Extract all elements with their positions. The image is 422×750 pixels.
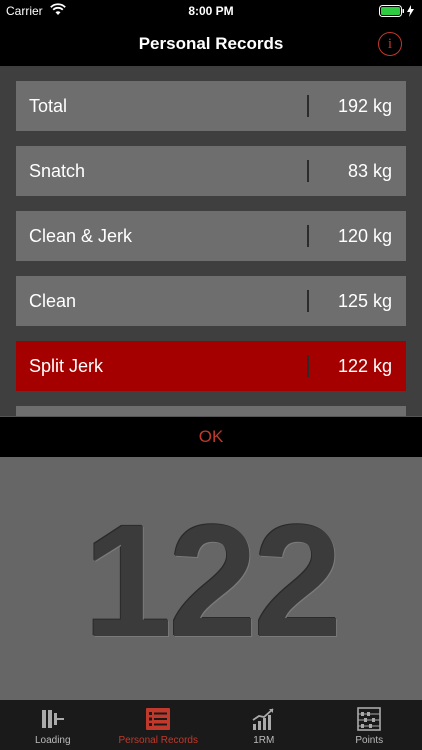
tab-label: Personal Records [118,735,198,746]
divider [307,160,309,182]
ok-label: OK [198,427,224,446]
status-bar: Carrier 8:00 PM [0,0,422,22]
barbell-icon [41,710,64,728]
record-row-snatch[interactable]: Snatch 83 kg [16,146,406,196]
record-name: Snatch [29,160,86,181]
divider [307,225,309,247]
tab-label: Loading [34,735,71,746]
tab-label: Points [355,735,384,746]
info-button[interactable]: i [378,32,402,56]
status-time: 8:00 PM [188,4,234,18]
record-row-clean-and-jerk[interactable]: Clean & Jerk 120 kg [16,211,406,261]
tab-personal-records[interactable]: Personal Records [106,700,212,750]
record-row-split-jerk[interactable]: Split Jerk 122 kg [16,341,406,391]
list-icon [146,708,171,730]
chart-icon [252,708,274,730]
ok-button[interactable]: OK [0,416,422,457]
record-value: 83 kg [347,160,392,181]
record-row-clean[interactable]: Clean 125 kg [16,276,406,326]
charging-bolt-icon [407,5,414,17]
picker-value: 122 [83,490,343,670]
record-row-total[interactable]: Total 192 kg [16,81,406,131]
divider [307,95,309,117]
abacus-icon [357,707,382,731]
record-name: Clean [29,290,77,311]
page-title: Personal Records [138,34,284,53]
divider [307,355,309,377]
value-picker[interactable]: 122 [0,457,422,700]
records-list[interactable]: Total 192 kg Snatch 83 kg Clean & Jerk 1… [0,66,422,416]
info-icon: i [387,35,393,52]
battery-icon [379,5,414,17]
tab-1rm[interactable]: 1RM [211,700,317,750]
record-name: Split Jerk [29,355,104,376]
tab-bar: Loading Personal Records 1RM Points [0,700,422,750]
record-value: 120 kg [337,225,392,246]
tab-label: 1RM [253,735,275,746]
record-row-partial[interactable] [16,406,406,416]
record-value: 122 kg [337,355,392,376]
tab-loading[interactable]: Loading [0,700,106,750]
record-name: Total [29,95,68,116]
divider [307,290,309,312]
record-name: Clean & Jerk [29,225,133,246]
tab-points[interactable]: Points [317,700,422,750]
record-value: 125 kg [337,290,392,311]
record-value: 192 kg [337,95,392,116]
nav-bar: Personal Records i [0,22,422,66]
